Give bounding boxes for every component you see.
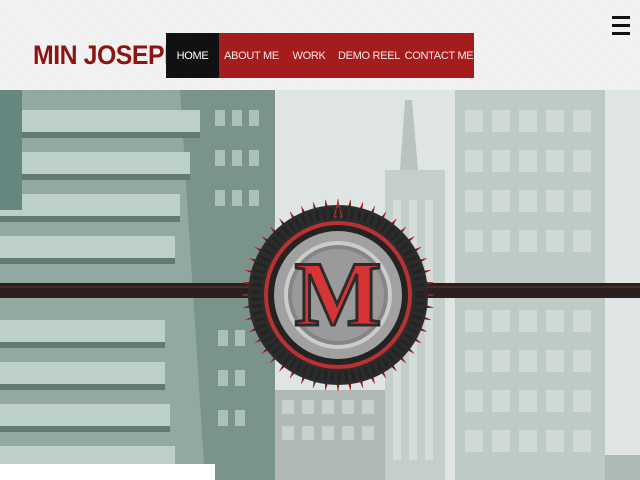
site-brand[interactable]: MIN JOSEPH [33,40,182,71]
nav-item-demo-reel[interactable]: DEMO REEL [334,33,404,78]
hamburger-menu-icon[interactable] [612,14,630,38]
main-nav: HOME ABOUT ME WORK DEMO REEL CONTACT ME [166,33,474,78]
nav-item-home[interactable]: HOME [166,33,219,78]
city-skyline-image: M [0,90,640,480]
nav-item-contact-me[interactable]: CONTACT ME [404,33,474,78]
content-panel-edge [0,464,215,480]
hero-banner: M [0,90,640,480]
site-header: MIN JOSEPH HOME ABOUT ME WORK DEMO REEL … [0,0,640,90]
nav-item-work[interactable]: WORK [284,33,334,78]
nav-item-about-me[interactable]: ABOUT ME [219,33,284,78]
